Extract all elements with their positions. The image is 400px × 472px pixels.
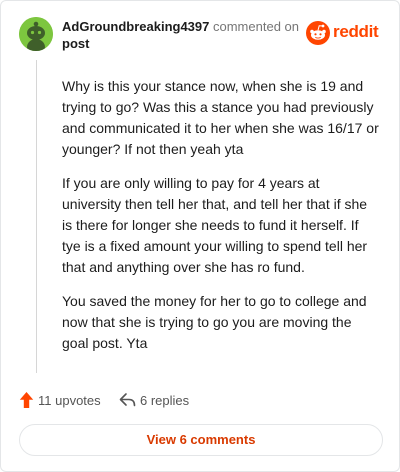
reply-arrow-icon [119,393,136,407]
thread-line [36,60,37,373]
author-username[interactable]: AdGroundbreaking4397 [62,19,209,34]
comment-paragraph: If you are only willing to pay for 4 yea… [62,175,368,275]
avatar[interactable] [19,17,53,51]
comment-card: AdGroundbreaking4397 commented on post r… [0,0,400,472]
reddit-snoo-avatar-icon [19,17,53,51]
upvote-count: 11 upvotes [38,393,101,408]
post-link[interactable]: post [62,36,89,51]
author-line: AdGroundbreaking4397 commented on post [62,18,307,52]
comment-body: Why is this your stance now, when she is… [62,76,380,367]
reddit-wordmark: reddit [333,22,379,41]
comment-actions: 11 upvotes 6 replies [19,390,379,412]
upvote-arrow-icon [19,392,34,408]
comment-paragraph: You saved the money for her to go to col… [62,293,367,351]
comment-action-text: commented on [213,19,299,34]
reddit-logo-icon [306,21,330,45]
view-comments-button[interactable]: View 6 comments [19,424,383,456]
reddit-logo[interactable]: reddit [306,20,380,46]
comment-paragraph: Why is this your stance now, when she is… [62,78,379,157]
reply-count: 6 replies [140,393,190,408]
comment-header: AdGroundbreaking4397 commented on post r… [19,17,381,53]
